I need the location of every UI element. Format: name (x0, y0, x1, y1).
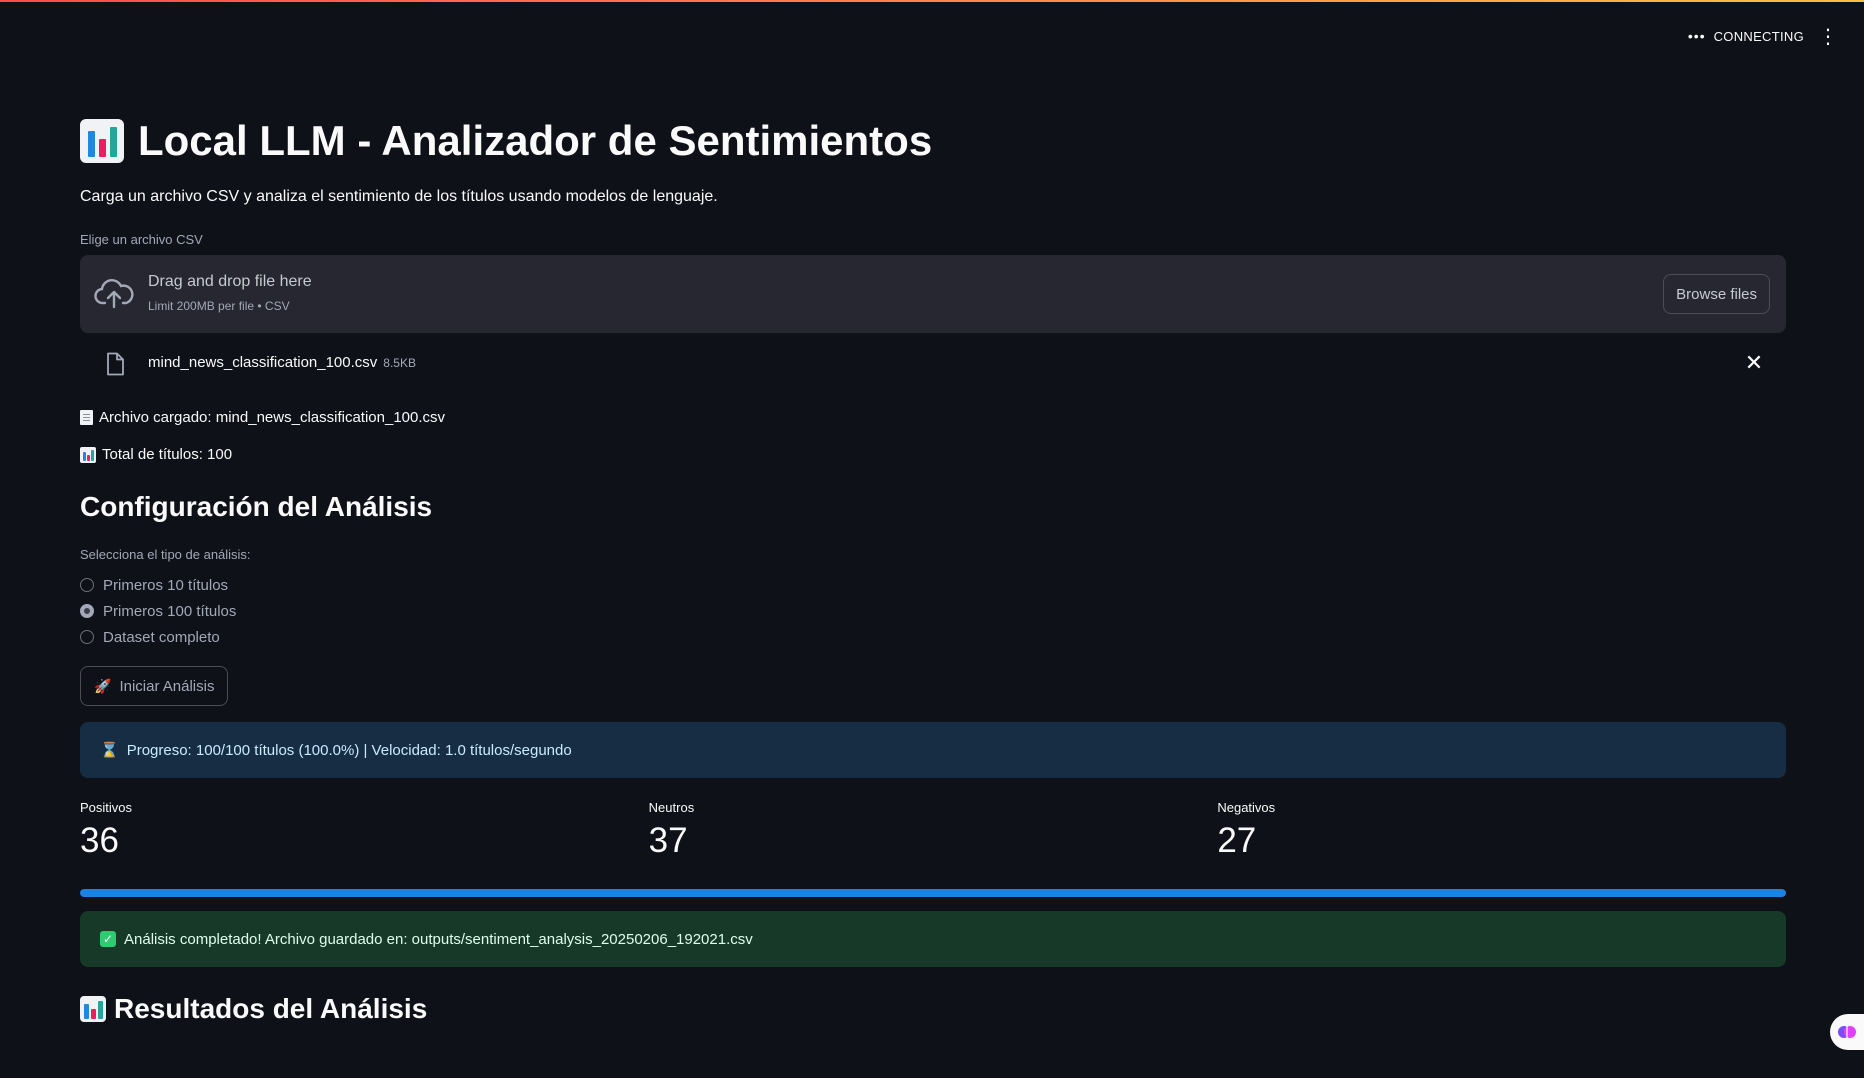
check-box-icon: ✓ (100, 931, 116, 947)
radio-label: Selecciona el tipo de análisis: (80, 547, 251, 562)
file-icon (107, 352, 124, 376)
radio-option-label: Primeros 100 títulos (103, 602, 237, 620)
uploader-label: Elige un archivo CSV (80, 232, 203, 247)
file-loaded-text: Archivo cargado: mind_news_classificatio… (99, 409, 446, 426)
file-uploader-dropzone[interactable]: Drag and drop file here Limit 200MB per … (80, 255, 1786, 333)
uploaded-file-row: mind_news_classification_100.csv 8.5KB ✕ (80, 339, 1786, 389)
brain-icon (1838, 1026, 1856, 1038)
start-analysis-label: Iniciar Análisis (119, 677, 215, 695)
browse-files-button[interactable]: Browse files (1663, 274, 1770, 314)
radio-option-first-10[interactable]: Primeros 10 títulos (80, 572, 1786, 598)
metric-value: 27 (1217, 821, 1257, 860)
rocket-icon: 🚀 (94, 677, 112, 694)
status-text: CONNECTING (1713, 28, 1804, 44)
progress-bar (80, 889, 1786, 897)
document-icon (80, 410, 93, 425)
bar-chart-icon (80, 996, 106, 1022)
file-size: 8.5KB (383, 356, 416, 370)
results-heading: Resultados del Análisis (114, 993, 428, 1024)
start-analysis-button[interactable]: 🚀 Iniciar Análisis (80, 666, 229, 706)
radio-option-full-dataset[interactable]: Dataset completo (80, 624, 1786, 650)
file-name-text: mind_news_classification_100.csv (148, 354, 378, 371)
uploader-texts: Drag and drop file here Limit 200MB per … (148, 273, 312, 313)
radio-button-checked-icon (80, 604, 94, 618)
bar-chart-icon (80, 446, 96, 463)
status-dots-icon: ••• (1687, 28, 1706, 44)
cloud-upload-icon (94, 279, 134, 309)
metric-value: 36 (80, 821, 119, 860)
main-menu-button[interactable]: ⋮ (1818, 24, 1838, 50)
title-row: Local LLM - Analizador de Sentimientos (80, 110, 1786, 172)
app-header: ••• CONNECTING ⋮ (0, 2, 1864, 66)
metric-value: 37 (648, 821, 688, 860)
page-subtitle: Carga un archivo CSV y analiza el sentim… (80, 188, 718, 205)
radio-button-icon (80, 578, 94, 592)
progress-text: Progreso: 100/100 títulos (100.0%) | Vel… (126, 741, 572, 759)
results-heading-row: Resultados del Análisis (80, 987, 1786, 1031)
metric-negative: Negativos 27 (1217, 800, 1786, 861)
radio-option-first-100[interactable]: Primeros 100 títulos (80, 598, 1786, 624)
metric-label: Neutros (648, 800, 695, 815)
dropzone-limit: Limit 200MB per file • CSV (148, 299, 290, 313)
bar-chart-icon (80, 119, 124, 163)
total-titles-message: Total de títulos: 100 (80, 446, 1786, 463)
radio-option-label: Dataset completo (103, 628, 220, 646)
total-titles-text: Total de títulos: 100 (102, 446, 233, 463)
metric-label: Negativos (1217, 800, 1276, 815)
metric-label: Positivos (80, 800, 133, 815)
success-alert: ✓ Análisis completado! Archivo guardado … (80, 911, 1786, 967)
radio-button-icon (80, 630, 94, 644)
start-button-wrapper: 🚀 Iniciar Análisis (80, 666, 1786, 706)
close-icon: ✕ (1744, 350, 1764, 375)
assistant-floating-button[interactable] (1830, 1014, 1864, 1050)
connection-status: ••• CONNECTING (1688, 28, 1804, 44)
sentiment-metrics: Positivos 36 Neutros 37 Negativos 27 (80, 800, 1786, 861)
radio-option-label: Primeros 10 títulos (103, 576, 229, 594)
config-heading: Configuración del Análisis (80, 491, 433, 522)
success-text: Análisis completado! Archivo guardado en… (124, 930, 753, 948)
file-loaded-message: Archivo cargado: mind_news_classificatio… (80, 409, 1786, 426)
remove-file-button[interactable]: ✕ (1742, 350, 1766, 375)
analysis-type-radio-group: Primeros 10 títulos Primeros 100 títulos… (80, 572, 1786, 650)
vertical-dots-icon: ⋮ (1818, 26, 1838, 48)
dropzone-instructions: Drag and drop file here (148, 273, 312, 290)
metric-positive: Positivos 36 (80, 800, 649, 861)
progress-bar-fill (80, 889, 1786, 897)
main-container: Local LLM - Analizador de Sentimientos C… (80, 110, 1786, 1031)
hourglass-icon: ⌛ (100, 742, 119, 759)
page-title: Local LLM - Analizador de Sentimientos (138, 117, 933, 164)
metric-neutral: Neutros 37 (649, 800, 1218, 861)
progress-info-alert: ⌛ Progreso: 100/100 títulos (100.0%) | V… (80, 722, 1786, 778)
uploaded-file-name: mind_news_classification_100.csv 8.5KB (148, 354, 416, 371)
